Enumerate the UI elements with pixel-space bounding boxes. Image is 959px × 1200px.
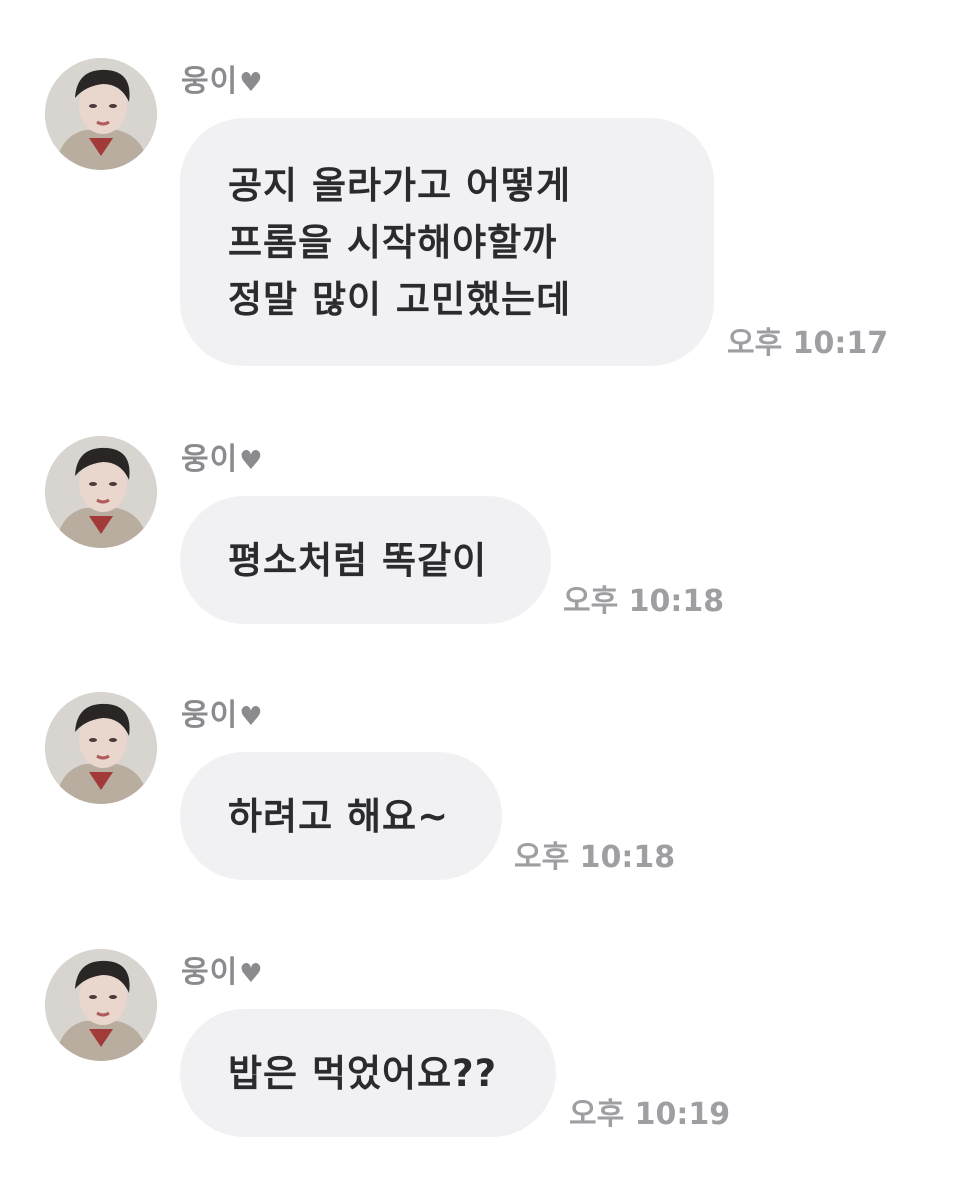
avatar-photo-icon — [45, 58, 157, 170]
heart-icon: ♥ — [239, 702, 264, 732]
message-bubble[interactable]: 공지 올라가고 어떻게 프롬을 시작해야할까 정말 많이 고민했는데 — [180, 118, 714, 366]
sender-label: 웅이 — [181, 442, 239, 477]
avatar[interactable] — [45, 58, 157, 170]
avatar[interactable] — [45, 949, 157, 1061]
sender-name: 웅이♥ — [181, 696, 264, 737]
message-bubble[interactable]: 밥은 먹었어요?? — [180, 1009, 556, 1137]
message-bubble[interactable]: 하려고 해요~ — [180, 752, 502, 880]
sender-name: 웅이♥ — [181, 440, 264, 481]
avatar-photo-icon — [45, 949, 157, 1061]
sender-label: 웅이 — [181, 955, 239, 990]
message-text: 밥은 먹었어요?? — [228, 1051, 498, 1095]
heart-icon: ♥ — [239, 68, 264, 98]
avatar[interactable] — [45, 692, 157, 804]
heart-icon: ♥ — [239, 959, 264, 989]
message-timestamp: 오후 10:18 — [514, 840, 676, 875]
avatar-photo-icon — [45, 436, 157, 548]
message-timestamp: 오후 10:17 — [727, 326, 889, 361]
sender-label: 웅이 — [181, 698, 239, 733]
message-text: 하려고 해요~ — [228, 794, 450, 838]
sender-label: 웅이 — [181, 64, 239, 99]
sender-name: 웅이♥ — [181, 953, 264, 994]
message-bubble[interactable]: 평소처럼 똑같이 — [180, 496, 551, 624]
avatar[interactable] — [45, 436, 157, 548]
avatar-photo-icon — [45, 692, 157, 804]
message-text: 공지 올라가고 어떻게 프롬을 시작해야할까 정말 많이 고민했는데 — [228, 163, 572, 321]
sender-name: 웅이♥ — [181, 62, 264, 103]
message-text: 평소처럼 똑같이 — [228, 538, 488, 582]
heart-icon: ♥ — [239, 446, 264, 476]
message-timestamp: 오후 10:19 — [569, 1097, 731, 1132]
message-timestamp: 오후 10:18 — [563, 584, 725, 619]
